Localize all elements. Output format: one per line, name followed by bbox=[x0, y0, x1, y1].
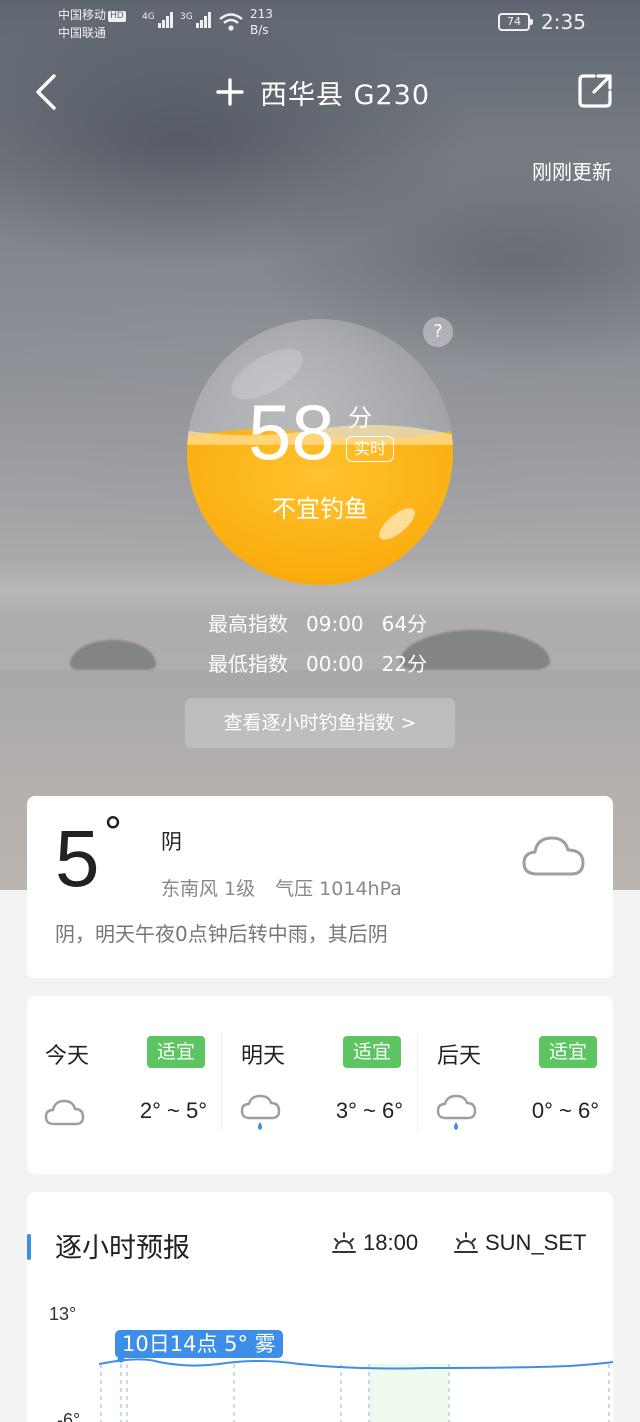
temperature-range: 3° ~ 6° bbox=[335, 1098, 403, 1123]
carrier-info: 中国移动 HD 中国联通 bbox=[58, 6, 126, 42]
weather-description: 阴，明天午夜0点钟后转中雨，其后阴 bbox=[55, 922, 388, 946]
max-index-time: 09:00 bbox=[306, 612, 364, 636]
help-icon[interactable]: ? bbox=[423, 317, 453, 347]
clock: 2:35 bbox=[541, 10, 586, 34]
wifi-icon bbox=[219, 13, 243, 31]
suitability-badge: 适宜 bbox=[147, 1036, 205, 1068]
y-axis-max: 13° bbox=[49, 1304, 77, 1324]
update-status: 刚刚更新 bbox=[532, 160, 612, 184]
score-unit: 分 bbox=[348, 404, 372, 432]
net-type-1: 4G bbox=[142, 12, 155, 22]
max-index-score: 64分 bbox=[381, 612, 428, 636]
fishing-verdict: 不宜钓鱼 bbox=[272, 495, 368, 523]
speed-unit: B/s bbox=[250, 23, 269, 37]
wind-pressure-row: 东南风 1级 气压 1014hPa bbox=[161, 874, 422, 901]
hourly-temperature-chart[interactable] bbox=[99, 1352, 613, 1422]
island-silhouette bbox=[70, 640, 156, 670]
signal-4g-icon: 4G bbox=[142, 12, 174, 32]
min-index-score: 22分 bbox=[381, 652, 428, 676]
carrier-2: 中国联通 bbox=[58, 26, 107, 40]
location-title: 西华县 G230 bbox=[260, 79, 431, 111]
suitability-badge: 适宜 bbox=[539, 1036, 597, 1068]
divider bbox=[221, 1032, 222, 1130]
status-bar: 中国移动 HD 中国联通 4G 3G 213 B/s 74 2:35 bbox=[0, 0, 640, 48]
speed-value: 213 bbox=[250, 7, 273, 21]
hourly-forecast-card: 逐小时预报 18:00 SUN_SET 13° -6° 10日14点 5° 雾 bbox=[27, 1192, 613, 1422]
network-speed: 213 B/s bbox=[250, 6, 273, 38]
day-name: 明天 bbox=[241, 1044, 286, 1069]
sunset-label: SUN_SET bbox=[485, 1230, 587, 1255]
hourly-fishing-index-button[interactable]: 查看逐小时钓鱼指数 > bbox=[185, 698, 455, 748]
net-type-2: 3G bbox=[180, 12, 193, 22]
divider bbox=[417, 1032, 418, 1130]
highlight-tooltip: 10日14点 5° 雾 bbox=[115, 1330, 283, 1358]
rain-icon bbox=[436, 1094, 477, 1130]
day-forecast-day-after[interactable]: 后天 适宜 0° ~ 6° bbox=[419, 996, 615, 1174]
current-temperature: 5 bbox=[55, 814, 100, 903]
sunset-info: SUN_SET bbox=[453, 1230, 586, 1256]
current-condition: 阴 bbox=[161, 830, 182, 854]
fishing-score: 58 bbox=[248, 388, 335, 476]
battery-icon: 74 bbox=[498, 13, 533, 31]
sunrise-info: 18:00 bbox=[331, 1230, 418, 1256]
suitability-badge: 适宜 bbox=[343, 1036, 401, 1068]
temperature-range: 0° ~ 6° bbox=[531, 1098, 599, 1123]
cloud-icon bbox=[44, 1099, 85, 1126]
day-forecast-tomorrow[interactable]: 明天 适宜 3° ~ 6° bbox=[223, 996, 419, 1174]
sunset-icon bbox=[454, 1232, 478, 1253]
realtime-badge: 实时 bbox=[346, 436, 394, 462]
y-axis-min: -6° bbox=[57, 1410, 81, 1422]
current-weather-card: 5 ° 阴 东南风 1级 气压 1014hPa 阴，明天午夜0点钟后转中雨，其后阴 bbox=[27, 796, 613, 978]
section-accent-bar bbox=[27, 1234, 31, 1260]
min-index-time: 00:00 bbox=[306, 652, 364, 676]
min-index-label: 最低指数 bbox=[208, 652, 288, 676]
signal-3g-icon: 3G bbox=[180, 12, 212, 32]
back-arrow-icon[interactable] bbox=[30, 70, 70, 114]
day-forecast-today[interactable]: 今天 适宜 2° ~ 5° bbox=[27, 996, 223, 1174]
location-header[interactable]: 西华县 G230 bbox=[214, 72, 430, 112]
temperature-range: 2° ~ 5° bbox=[139, 1098, 207, 1123]
sunrise-icon bbox=[332, 1232, 356, 1253]
sunrise-time: 18:00 bbox=[363, 1230, 419, 1255]
carrier-1: 中国移动 bbox=[58, 8, 107, 22]
hd-badge: HD bbox=[108, 11, 126, 22]
add-location-icon[interactable] bbox=[214, 76, 246, 108]
hourly-title: 逐小时预报 bbox=[55, 1233, 190, 1264]
degree-symbol: ° bbox=[103, 810, 123, 856]
share-icon[interactable] bbox=[574, 70, 616, 112]
day-name: 今天 bbox=[45, 1044, 90, 1069]
max-index-row: 最高指数 09:00 64分 bbox=[208, 608, 445, 637]
cloud-icon bbox=[522, 836, 585, 876]
three-day-forecast-card: 今天 适宜 2° ~ 5° 明天 适宜 3° ~ 6° 后天 适宜 0° ~ 6… bbox=[27, 996, 613, 1174]
day-name: 后天 bbox=[437, 1044, 482, 1069]
rain-icon bbox=[240, 1094, 281, 1130]
wind-info: 东南风 1级 bbox=[161, 878, 256, 900]
min-index-row: 最低指数 00:00 22分 bbox=[208, 648, 445, 677]
pressure-info: 气压 1014hPa bbox=[275, 878, 402, 900]
max-index-label: 最高指数 bbox=[208, 612, 288, 636]
